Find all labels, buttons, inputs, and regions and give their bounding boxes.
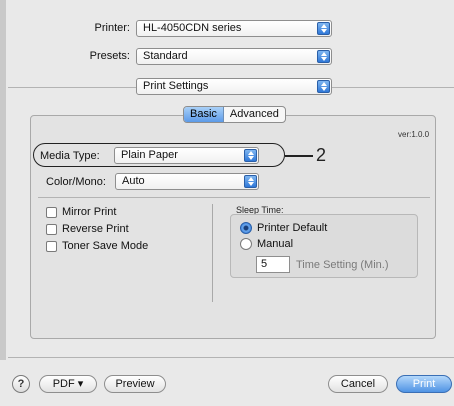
- callout-number: 2: [316, 145, 327, 165]
- manual-radio[interactable]: Manual: [240, 238, 293, 250]
- panel-value: Print Settings: [143, 80, 209, 92]
- minutes-input[interactable]: 5: [256, 256, 290, 273]
- tab-bar: Basic Advanced: [183, 106, 286, 123]
- tab-basic[interactable]: Basic: [184, 107, 224, 122]
- print-dialog: Printer: HL-4050CDN series Presets: Stan…: [0, 0, 454, 406]
- media-type-popup[interactable]: Plain Paper: [114, 147, 259, 164]
- printer-stepper-icon: [317, 22, 330, 35]
- radio-selected-icon: [240, 222, 252, 234]
- printer-value: HL-4050CDN series: [143, 22, 242, 34]
- media-type-stepper-icon: [244, 149, 257, 162]
- radio-unselected-icon: [240, 238, 252, 250]
- panel-popup[interactable]: Print Settings: [136, 78, 332, 95]
- checkbox-box: [46, 223, 57, 235]
- manual-label: Manual: [257, 238, 294, 250]
- cancel-button[interactable]: Cancel: [328, 375, 388, 393]
- presets-stepper-icon: [317, 50, 330, 63]
- presets-label: Presets:: [89, 50, 130, 62]
- printer-popup[interactable]: HL-4050CDN series: [136, 20, 332, 37]
- minutes-hint: Time Setting (Min.): [296, 259, 389, 271]
- version-text: ver:1.0.0: [398, 130, 430, 139]
- checkbox-box: [46, 240, 57, 252]
- group-separator: [38, 197, 430, 198]
- print-button[interactable]: Print: [396, 375, 452, 393]
- help-button[interactable]: ?: [12, 375, 30, 393]
- pdf-button[interactable]: PDF ▾: [39, 375, 97, 393]
- mirror-print-label: Mirror Print: [62, 206, 117, 218]
- media-type-value: Plain Paper: [121, 149, 178, 161]
- reverse-print-checkbox[interactable]: Reverse Print: [46, 223, 129, 235]
- printer-default-radio[interactable]: Printer Default: [240, 222, 327, 234]
- vertical-separator: [212, 204, 213, 302]
- color-mono-value: Auto: [122, 175, 145, 187]
- printer-default-label: Printer Default: [257, 222, 328, 234]
- presets-popup[interactable]: Standard: [136, 48, 332, 65]
- toner-save-label: Toner Save Mode: [62, 240, 149, 252]
- color-mono-popup[interactable]: Auto: [115, 173, 259, 190]
- presets-value: Standard: [143, 50, 188, 62]
- panel-stepper-icon: [317, 80, 330, 93]
- callout-line: [285, 155, 313, 157]
- footer-separator: [8, 357, 454, 358]
- checkbox-box: [46, 206, 57, 218]
- color-mono-label: Color/Mono:: [46, 176, 106, 188]
- window-shadow: [0, 0, 6, 406]
- tab-advanced[interactable]: Advanced: [224, 107, 285, 122]
- printer-label: Printer:: [94, 22, 130, 34]
- media-type-label: Media Type:: [40, 150, 100, 162]
- reverse-print-label: Reverse Print: [62, 223, 129, 235]
- preview-button[interactable]: Preview: [104, 375, 166, 393]
- color-mono-stepper-icon: [244, 175, 257, 188]
- mirror-print-checkbox[interactable]: Mirror Print: [46, 206, 116, 218]
- toner-save-checkbox[interactable]: Toner Save Mode: [46, 240, 148, 252]
